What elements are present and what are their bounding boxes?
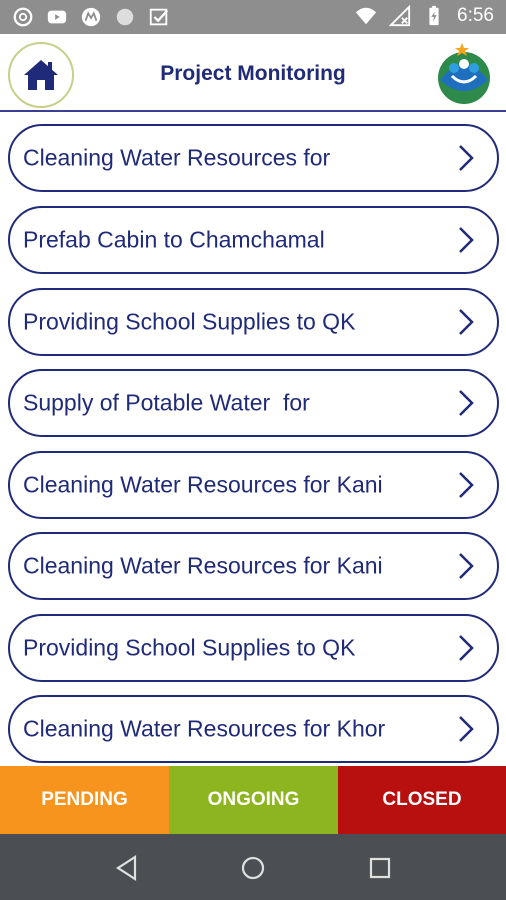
- youtube-icon: [47, 10, 67, 24]
- project-item[interactable]: Cleaning Water Resources for Kani: [8, 532, 499, 600]
- battery-charging-icon: [429, 5, 439, 26]
- recents-icon[interactable]: [366, 854, 394, 882]
- chevron-right-icon: [459, 309, 474, 335]
- back-icon[interactable]: [113, 854, 141, 882]
- chevron-right-icon: [459, 635, 474, 661]
- project-item-label: Providing School Supplies to QK: [23, 308, 356, 335]
- tab-closed[interactable]: CLOSED: [338, 766, 506, 834]
- status-time: 6:56: [457, 5, 494, 26]
- chevron-right-icon: [459, 227, 474, 253]
- chevron-right-icon: [459, 390, 474, 416]
- navigation-bar: [0, 834, 506, 900]
- project-item[interactable]: Cleaning Water Resources for: [8, 124, 499, 192]
- project-list: Cleaning Water Resources for Prefab Cabi…: [0, 114, 506, 766]
- data-saver-icon: [13, 7, 33, 27]
- project-item-label: Supply of Potable Water for: [23, 389, 310, 416]
- check-box-icon: [149, 8, 169, 26]
- status-bar-system: 6:56: [355, 5, 494, 27]
- project-item-label: Prefab Cabin to Chamchamal: [23, 226, 325, 253]
- home-circle-icon[interactable]: [239, 854, 267, 882]
- status-bar: 6:56: [0, 0, 506, 34]
- project-item[interactable]: Cleaning Water Resources for Kani: [8, 451, 499, 519]
- project-item[interactable]: Providing School Supplies to QK: [8, 288, 499, 356]
- tab-pending[interactable]: PENDING: [0, 766, 169, 834]
- status-tabs: PENDING ONGOING CLOSED: [0, 766, 506, 834]
- project-item-label: Providing School Supplies to QK: [23, 634, 356, 661]
- wifi-icon: [355, 7, 377, 25]
- circle-notification-icon: [116, 8, 134, 26]
- project-item-label: Cleaning Water Resources for Khor: [23, 715, 386, 742]
- project-item[interactable]: Cleaning Water Resources for Khor: [8, 695, 499, 763]
- app-header: Project Monitoring: [0, 34, 506, 112]
- status-bar-notifications: [12, 6, 170, 28]
- chevron-right-icon: [459, 472, 474, 498]
- motorola-icon: [81, 7, 101, 27]
- project-item[interactable]: Supply of Potable Water for: [8, 369, 499, 437]
- tab-ongoing[interactable]: ONGOING: [169, 766, 338, 834]
- chevron-right-icon: [459, 145, 474, 171]
- project-item[interactable]: Providing School Supplies to QK: [8, 614, 499, 682]
- project-item-label: Cleaning Water Resources for: [23, 144, 331, 171]
- no-signal-icon: [389, 5, 411, 27]
- project-item[interactable]: Prefab Cabin to Chamchamal: [8, 206, 499, 274]
- chevron-right-icon: [459, 553, 474, 579]
- page-title: Project Monitoring: [160, 62, 346, 85]
- chevron-right-icon: [459, 716, 474, 742]
- project-item-label: Cleaning Water Resources for Kani: [23, 552, 383, 579]
- organization-logo: [438, 43, 490, 104]
- project-item-label: Cleaning Water Resources for Kani: [23, 471, 383, 498]
